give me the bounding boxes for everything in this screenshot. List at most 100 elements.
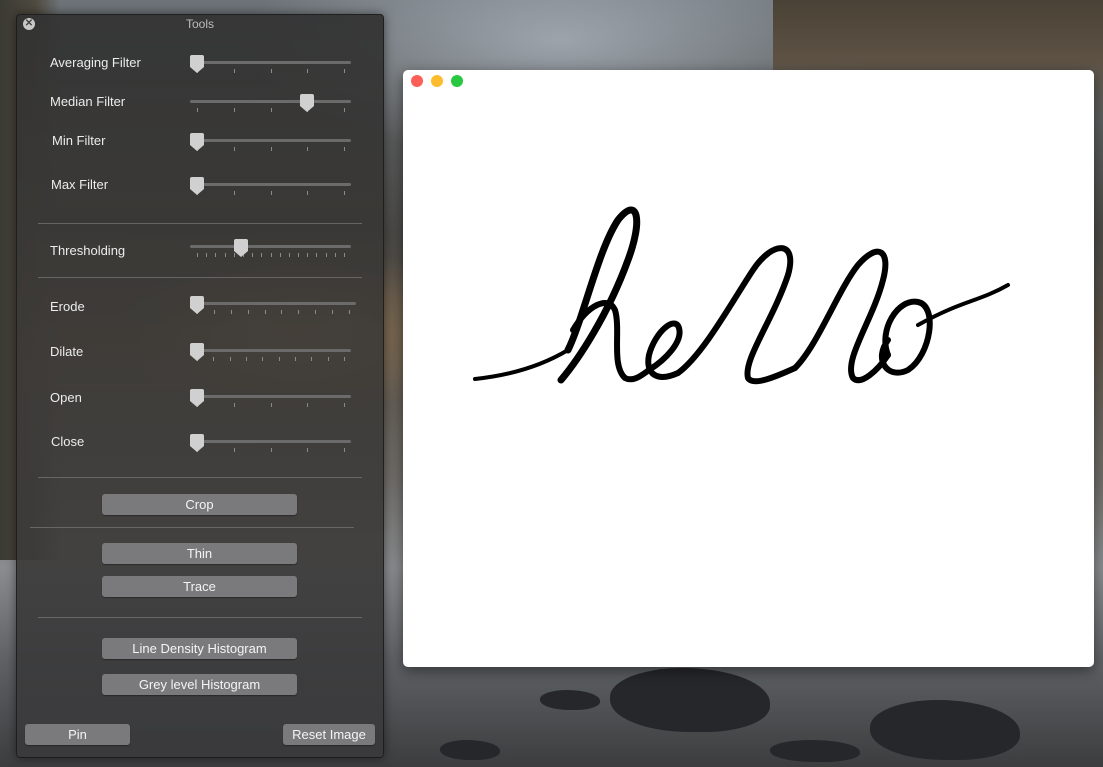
slider-tick (344, 147, 345, 151)
median-filter-slider[interactable] (190, 94, 351, 118)
slider-tick (233, 147, 235, 151)
slider-tick (344, 191, 345, 195)
slider-track (190, 61, 351, 64)
slider-knob[interactable] (190, 55, 204, 73)
slider-tick (316, 253, 318, 257)
wallpaper-rock (440, 740, 500, 760)
line-density-histogram-button[interactable]: Line Density Histogram (102, 638, 297, 659)
slider-tick (264, 310, 266, 314)
slider-tick (307, 191, 309, 195)
slider-tick (233, 403, 235, 407)
median-filter-label: Median Filter (50, 94, 126, 109)
max-filter-label: Max Filter (51, 177, 109, 192)
slider-track (190, 395, 351, 398)
slider-tick (233, 448, 235, 452)
open-slider[interactable] (190, 389, 351, 413)
pin-button[interactable]: Pin (25, 724, 130, 745)
thresholding-slider[interactable] (190, 239, 351, 263)
slider-tick (278, 357, 280, 361)
slider-track (190, 440, 351, 443)
slider-tick (252, 253, 254, 257)
slider-track (190, 349, 351, 352)
separator (38, 477, 362, 478)
slider-tick (311, 357, 313, 361)
slider-tick (270, 108, 272, 112)
slider-tick (327, 357, 329, 361)
crop-button[interactable]: Crop (102, 494, 297, 515)
thresholding-label: Thresholding (50, 243, 126, 258)
slider-track (190, 245, 351, 248)
slider-tick (213, 357, 215, 361)
slider-tick (246, 357, 247, 361)
slider-tick (229, 357, 231, 361)
slider-tick (270, 403, 272, 407)
close-icon[interactable]: ✕ (23, 18, 35, 30)
reset-image-button[interactable]: Reset Image (283, 724, 375, 745)
close-slider[interactable] (190, 434, 351, 458)
separator (38, 223, 362, 224)
slider-knob[interactable] (190, 434, 204, 452)
slider-tick (334, 253, 336, 257)
tools-title: Tools (185, 17, 214, 31)
slider-tick (344, 448, 345, 452)
slider-tick (344, 69, 345, 73)
hello-handwriting-image (473, 206, 1010, 385)
open-label: Open (50, 390, 82, 405)
slider-tick (279, 253, 281, 257)
averaging-filter-slider[interactable] (190, 55, 351, 79)
slider-tick (288, 253, 290, 257)
slider-tick (270, 448, 272, 452)
slider-tick (281, 310, 283, 314)
grey-level-histogram-button[interactable]: Grey level Histogram (102, 674, 297, 695)
averaging-filter-label: Averaging Filter (50, 55, 141, 70)
slider-tick (315, 310, 317, 314)
slider-knob[interactable] (190, 389, 204, 407)
erode-slider[interactable] (190, 296, 356, 320)
slider-knob[interactable] (300, 94, 315, 112)
slider-knob[interactable] (190, 177, 204, 195)
slider-tick (344, 253, 345, 257)
slider-tick (270, 69, 272, 73)
slider-tick (233, 108, 235, 112)
max-filter-slider[interactable] (190, 177, 351, 201)
slider-track (190, 302, 356, 305)
slider-track (190, 100, 351, 103)
erode-label: Erode (50, 299, 85, 314)
slider-tick (233, 69, 235, 73)
image-window (403, 70, 1094, 667)
trace-button[interactable]: Trace (102, 576, 297, 597)
dilate-slider[interactable] (190, 343, 351, 367)
slider-tick (332, 310, 334, 314)
slider-tick (197, 108, 198, 112)
dilate-label: Dilate (50, 344, 84, 359)
slider-knob[interactable] (234, 239, 249, 257)
separator (38, 277, 362, 278)
min-filter-slider[interactable] (190, 133, 351, 157)
wallpaper-rock (770, 740, 860, 762)
slider-knob[interactable] (190, 133, 204, 151)
slider-knob[interactable] (190, 296, 204, 314)
slider-tick (307, 253, 309, 257)
slider-tick (197, 253, 198, 257)
separator (38, 617, 362, 618)
min-filter-label: Min Filter (52, 133, 106, 148)
wallpaper-rock (540, 690, 600, 710)
slider-tick (295, 357, 296, 361)
slider-tick (298, 310, 300, 314)
thin-button[interactable]: Thin (102, 543, 297, 564)
slider-tick (247, 310, 249, 314)
slider-tick (270, 253, 272, 257)
slider-tick (307, 147, 309, 151)
slider-tick (262, 357, 264, 361)
slider-tick (270, 191, 272, 195)
slider-tick (344, 108, 345, 112)
slider-tick (307, 403, 309, 407)
slider-tick (206, 253, 208, 257)
slider-tick (298, 253, 300, 257)
tools-panel: Tools ✕ Averaging Filter Median Filter M… (16, 14, 384, 758)
slider-knob[interactable] (190, 343, 204, 361)
slider-tick (349, 310, 350, 314)
slider-tick (215, 253, 217, 257)
slider-tick (233, 191, 235, 195)
slider-tick (270, 147, 272, 151)
